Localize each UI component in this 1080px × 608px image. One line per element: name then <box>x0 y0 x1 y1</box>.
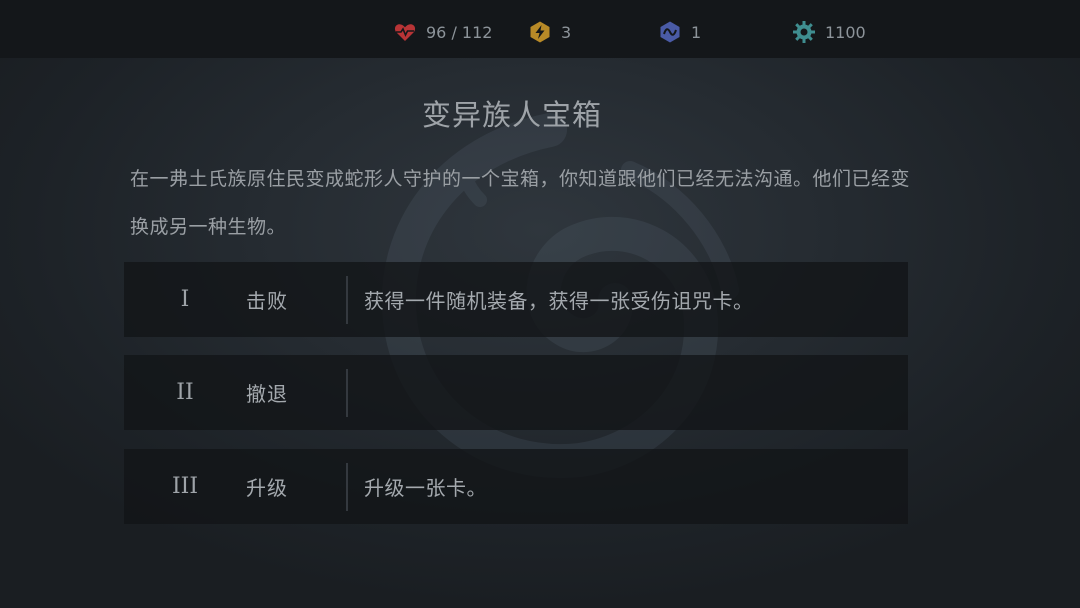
energy-stat: 3 <box>528 18 571 46</box>
option-defeat[interactable]: I 击败 获得一件随机装备，获得一张受伤诅咒卡。 <box>124 262 908 337</box>
option-action: 升级 <box>246 476 288 500</box>
option-numeral: II <box>176 380 194 405</box>
option-upgrade[interactable]: III 升级 升级一张卡。 <box>124 449 908 524</box>
event-title: 变异族人宝箱 <box>421 98 602 132</box>
mana-stat: 1 <box>658 18 701 46</box>
option-retreat[interactable]: II 撤退 <box>124 355 908 430</box>
gear-coin-icon <box>793 21 815 43</box>
event-description: 在一弗土氏族原住民变成蛇形人守护的一个宝箱，你知道跟他们已经无法沟通。他们已经变… <box>130 168 911 238</box>
lightning-hexagon-icon <box>530 21 550 43</box>
option-effect: 获得一件随机装备，获得一张受伤诅咒卡。 <box>364 289 754 313</box>
health-value: 96 / 112 <box>426 22 493 42</box>
resource-bar: 96 / 112 3 1 1100 <box>0 0 1080 58</box>
option-action: 撤退 <box>246 382 288 406</box>
event-screen: 96 / 112 3 1 1100 变异族人宝箱 在一弗土氏族原住民变成蛇形人守… <box>0 0 1080 608</box>
option-divider <box>346 368 348 417</box>
health-stat: 96 / 112 <box>393 18 492 46</box>
option-numeral: I <box>180 287 190 312</box>
gold-stat: 1100 <box>792 18 866 46</box>
option-action: 击败 <box>246 289 288 313</box>
wave-hexagon-icon <box>660 21 680 43</box>
option-effect: 升级一张卡。 <box>364 476 487 500</box>
energy-value: 3 <box>561 22 572 42</box>
heart-pulse-icon <box>394 24 416 41</box>
gold-value: 1100 <box>825 22 866 42</box>
mana-value: 1 <box>691 22 702 42</box>
option-numeral: III <box>171 474 199 499</box>
